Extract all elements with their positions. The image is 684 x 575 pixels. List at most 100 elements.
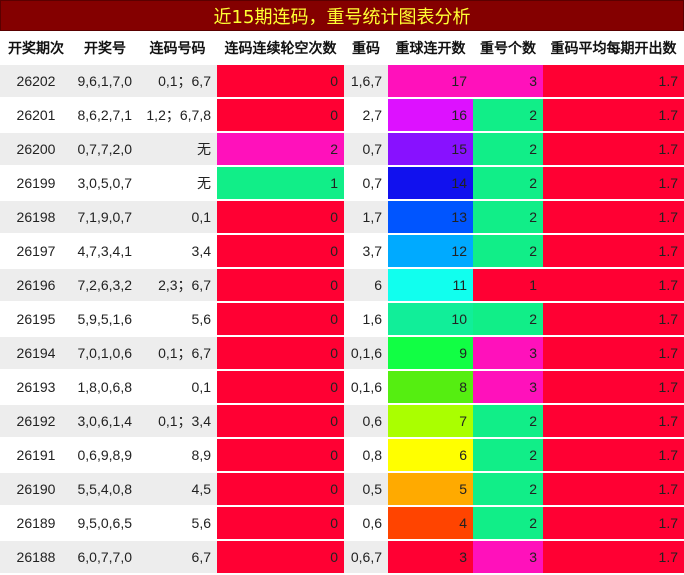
miss-cell: 0 — [217, 540, 344, 575]
miss-cell: 0 — [217, 65, 344, 99]
col-header-consec: 连码号码 — [138, 31, 217, 65]
count-cell: 2 — [473, 472, 543, 507]
miss-cell: 0 — [217, 98, 344, 133]
numbers-cell: 9,6,1,7,0 — [72, 65, 138, 99]
period-cell: 26191 — [0, 438, 72, 473]
consec-cell: 0,1；6,7 — [138, 336, 217, 371]
streak-cell: 12 — [388, 234, 473, 269]
count-cell: 2 — [473, 404, 543, 439]
repeat-cell: 0,7 — [344, 166, 388, 201]
header-row: 开奖期次 开奖号 连码号码 连码连续轮空次数 重码 重球连开数 重号个数 重码平… — [0, 31, 684, 65]
repeat-cell: 6 — [344, 268, 388, 303]
period-cell: 26199 — [0, 166, 72, 201]
repeat-cell: 0,1,6 — [344, 336, 388, 371]
repeat-cell: 2,7 — [344, 98, 388, 133]
numbers-cell: 3,0,5,0,7 — [72, 166, 138, 201]
consec-cell: 4,5 — [138, 472, 217, 507]
streak-cell: 9 — [388, 336, 473, 371]
period-cell: 26197 — [0, 234, 72, 269]
miss-cell: 0 — [217, 506, 344, 541]
col-header-miss: 连码连续轮空次数 — [217, 31, 344, 65]
avg-cell: 1.7 — [543, 132, 684, 167]
repeat-cell: 0,5 — [344, 472, 388, 507]
count-cell: 2 — [473, 166, 543, 201]
numbers-cell: 7,1,9,0,7 — [72, 200, 138, 235]
count-cell: 2 — [473, 506, 543, 541]
table-row: 26198 7,1,9,0,7 0,1 0 1,7 13 2 1.7 — [0, 200, 684, 235]
count-cell: 3 — [473, 336, 543, 371]
period-cell: 26192 — [0, 404, 72, 439]
numbers-cell: 7,0,1,0,6 — [72, 336, 138, 371]
numbers-cell: 8,6,2,7,1 — [72, 98, 138, 133]
consec-cell: 5,6 — [138, 506, 217, 541]
avg-cell: 1.7 — [543, 234, 684, 269]
streak-cell: 10 — [388, 302, 473, 337]
table-row: 26202 9,6,1,7,0 0,1；6,7 0 1,6,7 17 3 1.7 — [0, 65, 684, 99]
repeat-cell: 1,6,7 — [344, 65, 388, 99]
streak-cell: 17 — [388, 65, 473, 99]
streak-cell: 5 — [388, 472, 473, 507]
period-cell: 26198 — [0, 200, 72, 235]
numbers-cell: 7,2,6,3,2 — [72, 268, 138, 303]
repeat-cell: 3,7 — [344, 234, 388, 269]
repeat-cell: 0,8 — [344, 438, 388, 473]
period-cell: 26189 — [0, 506, 72, 541]
avg-cell: 1.7 — [543, 404, 684, 439]
avg-cell: 1.7 — [543, 370, 684, 405]
consec-cell: 0,1 — [138, 370, 217, 405]
numbers-cell: 5,5,4,0,8 — [72, 472, 138, 507]
avg-cell: 1.7 — [543, 540, 684, 575]
table-row: 26194 7,0,1,0,6 0,1；6,7 0 0,1,6 9 3 1.7 — [0, 336, 684, 371]
count-cell: 2 — [473, 302, 543, 337]
avg-cell: 1.7 — [543, 302, 684, 337]
numbers-cell: 6,0,7,7,0 — [72, 540, 138, 575]
page-frame: 近15期连码，重号统计图表分析 开奖期次 开奖号 连码号码 连码连续轮空次数 重… — [0, 0, 684, 575]
streak-cell: 14 — [388, 166, 473, 201]
table-row: 26195 5,9,5,1,6 5,6 0 1,6 10 2 1.7 — [0, 302, 684, 337]
repeat-cell: 1,7 — [344, 200, 388, 235]
count-cell: 3 — [473, 65, 543, 99]
streak-cell: 8 — [388, 370, 473, 405]
period-cell: 26190 — [0, 472, 72, 507]
avg-cell: 1.7 — [543, 268, 684, 303]
consec-cell: 6,7 — [138, 540, 217, 575]
table-row: 26192 3,0,6,1,4 0,1；3,4 0 0,6 7 2 1.7 — [0, 404, 684, 439]
miss-cell: 0 — [217, 268, 344, 303]
col-header-repeat: 重码 — [344, 31, 388, 65]
col-header-count: 重号个数 — [473, 31, 543, 65]
numbers-cell: 0,7,7,2,0 — [72, 132, 138, 167]
miss-cell: 0 — [217, 234, 344, 269]
table-row: 26201 8,6,2,7,1 1,2；6,7,8 0 2,7 16 2 1.7 — [0, 98, 684, 133]
avg-cell: 1.7 — [543, 472, 684, 507]
numbers-cell: 0,6,9,8,9 — [72, 438, 138, 473]
count-cell: 2 — [473, 200, 543, 235]
table-row: 26196 7,2,6,3,2 2,3；6,7 0 6 11 1 1.7 — [0, 268, 684, 303]
count-cell: 2 — [473, 132, 543, 167]
repeat-cell: 0,6,7 — [344, 540, 388, 575]
streak-cell: 4 — [388, 506, 473, 541]
numbers-cell: 9,5,0,6,5 — [72, 506, 138, 541]
consec-cell: 无 — [138, 132, 217, 167]
miss-cell: 0 — [217, 336, 344, 371]
table-row: 26189 9,5,0,6,5 5,6 0 0,6 4 2 1.7 — [0, 506, 684, 541]
avg-cell: 1.7 — [543, 166, 684, 201]
stats-table: 开奖期次 开奖号 连码号码 连码连续轮空次数 重码 重球连开数 重号个数 重码平… — [0, 31, 684, 575]
count-cell: 2 — [473, 438, 543, 473]
col-header-streak: 重球连开数 — [388, 31, 473, 65]
consec-cell: 3,4 — [138, 234, 217, 269]
table-row: 26191 0,6,9,8,9 8,9 0 0,8 6 2 1.7 — [0, 438, 684, 473]
period-cell: 26194 — [0, 336, 72, 371]
col-header-period: 开奖期次 — [0, 31, 72, 65]
consec-cell: 2,3；6,7 — [138, 268, 217, 303]
avg-cell: 1.7 — [543, 438, 684, 473]
avg-cell: 1.7 — [543, 506, 684, 541]
table-row: 26188 6,0,7,7,0 6,7 0 0,6,7 3 3 1.7 — [0, 540, 684, 575]
repeat-cell: 0,7 — [344, 132, 388, 167]
numbers-cell: 3,0,6,1,4 — [72, 404, 138, 439]
repeat-cell: 1,6 — [344, 302, 388, 337]
repeat-cell: 0,1,6 — [344, 370, 388, 405]
repeat-cell: 0,6 — [344, 404, 388, 439]
table-row: 26193 1,8,0,6,8 0,1 0 0,1,6 8 3 1.7 — [0, 370, 684, 405]
period-cell: 26200 — [0, 132, 72, 167]
miss-cell: 0 — [217, 404, 344, 439]
